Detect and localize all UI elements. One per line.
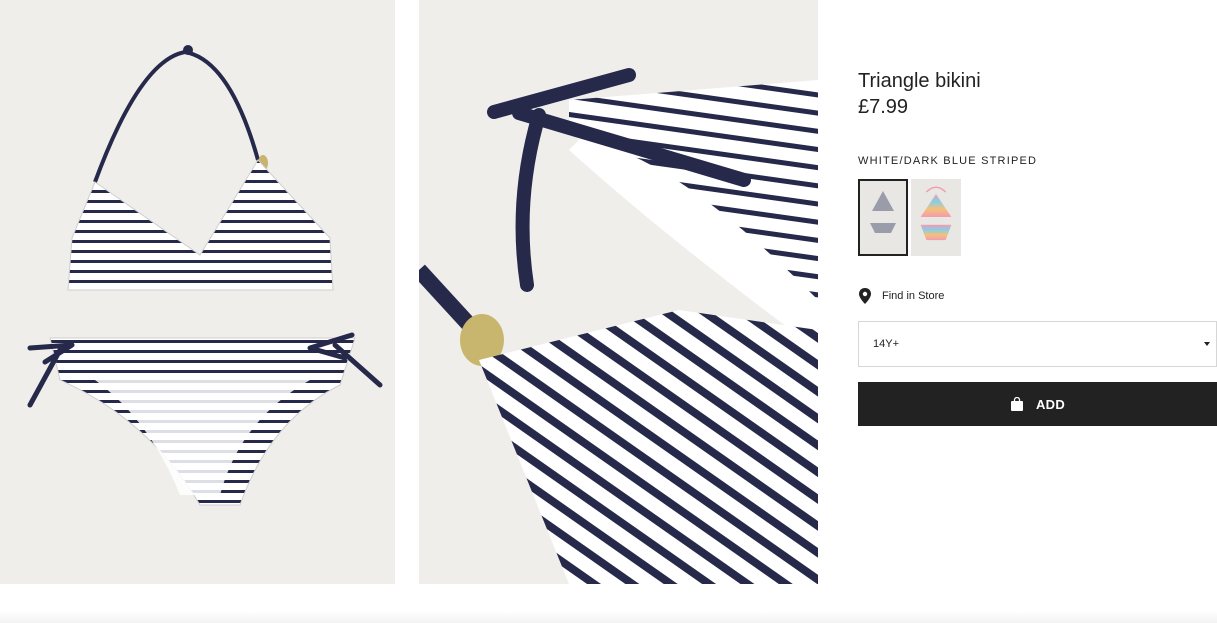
chevron-down-icon [1204,342,1210,346]
swatch-striped-thumbnail [860,181,906,254]
product-image-main[interactable] [0,0,395,584]
bikini-flat-lay-image [27,45,383,506]
location-pin-icon [859,288,871,304]
find-in-store-link[interactable]: Find in Store [858,287,944,305]
selected-color-name: WHITE/DARK BLUE STRIPED [858,155,1038,167]
size-selector[interactable]: 14Y+ [858,321,1217,367]
bikini-detail-image [419,68,818,584]
color-swatch-multicolour[interactable] [911,179,961,256]
swatch-multicolour-thumbnail [911,180,961,255]
product-image-detail[interactable] [419,0,818,584]
product-price: £7.99 [858,96,909,118]
size-selected-value: 14Y+ [873,338,899,350]
shopping-bag-icon [1010,397,1023,411]
page-bottom-edge [0,584,1217,623]
add-to-bag-button[interactable]: ADD [858,382,1217,426]
color-swatch-striped[interactable] [858,179,908,256]
find-in-store-label: Find in Store [882,290,945,302]
product-title: Triangle bikini [858,70,981,92]
add-button-label: ADD [1035,396,1066,412]
